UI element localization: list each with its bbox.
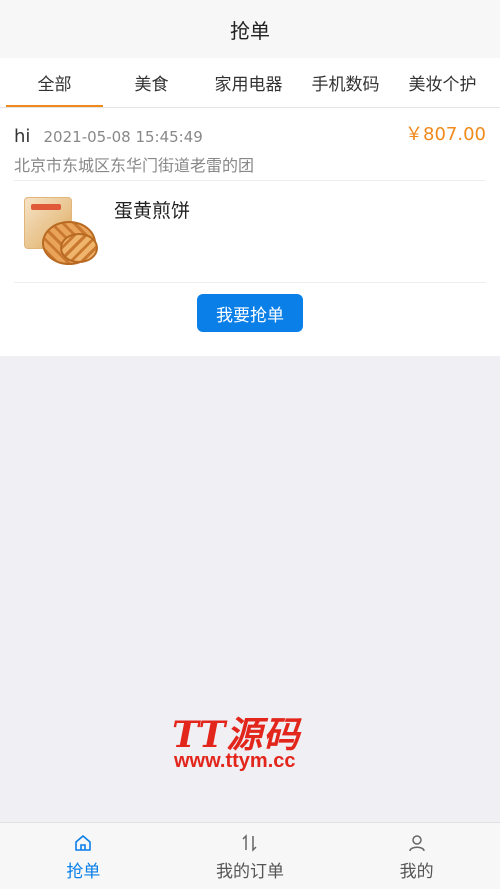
tab-digital[interactable]: 手机数码	[297, 58, 394, 107]
home-icon	[73, 831, 93, 855]
page-title: 抢单	[230, 18, 270, 43]
grab-order-button[interactable]: 我要抢单	[197, 294, 303, 332]
tab-all[interactable]: 全部	[6, 58, 103, 107]
product-name: 蛋黄煎饼	[114, 200, 191, 222]
customer-name: hi	[14, 125, 31, 147]
tab-label: 手机数码	[311, 75, 380, 95]
sort-arrows-icon	[239, 831, 261, 855]
nav-label: 我的	[399, 861, 434, 882]
nav-my-orders[interactable]: 我的订单	[167, 823, 334, 889]
nav-grab-orders[interactable]: 抢单	[0, 823, 167, 889]
category-tabs: 全部 美食 家用电器 手机数码 美妆个护	[0, 58, 500, 108]
order-time: 2021-05-08 15:45:49	[43, 127, 203, 146]
header: 抢单	[0, 0, 500, 58]
nav-label: 我的订单	[216, 861, 284, 882]
tab-label: 全部	[37, 75, 72, 95]
product-row[interactable]: 蛋黄煎饼	[14, 181, 486, 282]
tab-appliances[interactable]: 家用电器	[200, 58, 297, 107]
action-row: 我要抢单	[14, 283, 486, 343]
tab-label: 美食	[134, 75, 169, 95]
order-price: ￥807.00	[405, 124, 486, 145]
nav-label: 抢单	[66, 861, 101, 882]
app: 抢单 全部 美食 家用电器 手机数码 美妆个护 hi 2021-05-08 15…	[0, 0, 500, 889]
tab-beauty[interactable]: 美妆个护	[394, 58, 491, 107]
tab-label: 美妆个护	[408, 75, 477, 95]
user-icon	[407, 831, 427, 855]
product-image	[22, 193, 98, 269]
waffle-graphic	[60, 233, 98, 263]
tab-food[interactable]: 美食	[103, 58, 200, 107]
order-card: hi 2021-05-08 15:45:49 ￥807.00 北京市东城区东华门…	[0, 108, 500, 356]
order-address: 北京市东城区东华门街道老雷的团	[14, 156, 255, 175]
nav-profile[interactable]: 我的	[333, 823, 500, 889]
watermark-url: www.ttym.cc	[174, 750, 296, 772]
bottom-nav: 抢单 我的订单 我的	[0, 822, 500, 889]
tab-label: 家用电器	[214, 75, 283, 95]
